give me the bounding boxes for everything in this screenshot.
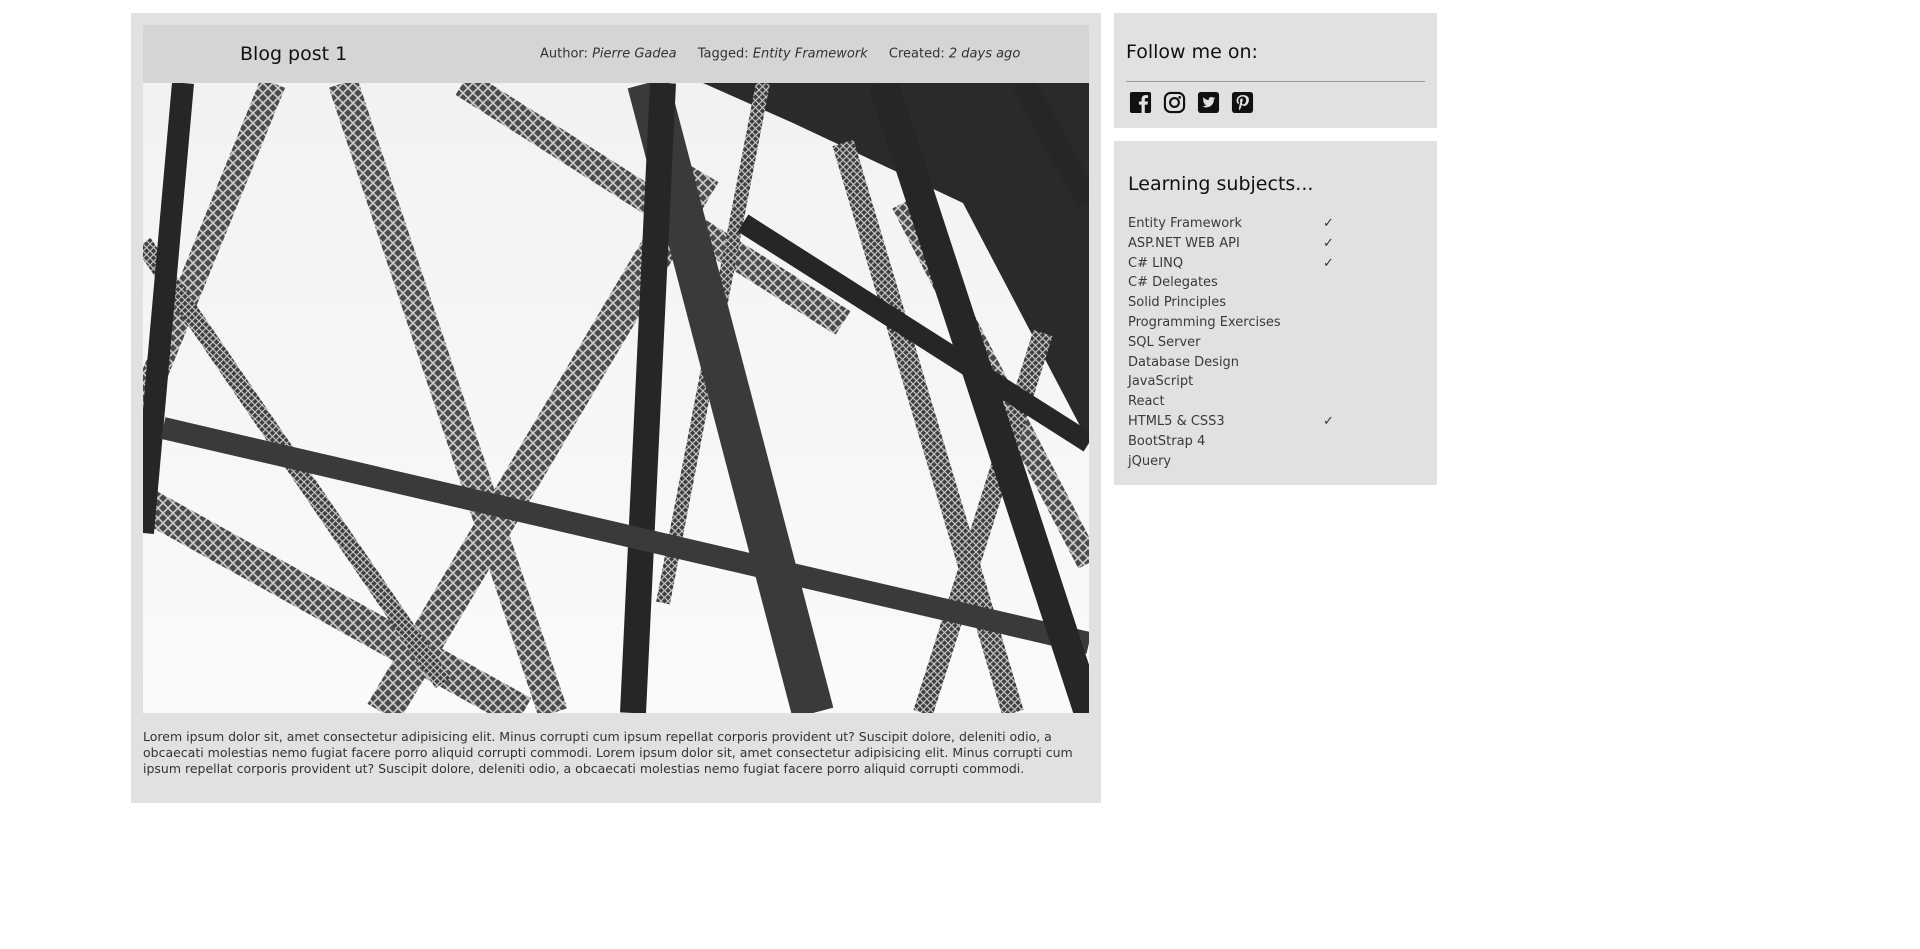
created-label: Created: bbox=[888, 46, 945, 62]
learning-title: Learning subjects... bbox=[1128, 173, 1314, 195]
subject-item: Database Design bbox=[1128, 353, 1368, 373]
subject-label: JavaScript bbox=[1128, 374, 1194, 390]
post-created: Created: 2 days ago bbox=[889, 47, 1020, 62]
check-icon: ✓ bbox=[1323, 235, 1334, 251]
tag-link[interactable]: Entity Framework bbox=[753, 47, 868, 62]
post-meta: Author: Pierre Gadea Tagged: Entity Fram… bbox=[540, 47, 1037, 62]
subject-item: C# Delegates bbox=[1128, 273, 1368, 293]
learning-subjects-card: Learning subjects... Entity Framework ✓ AS… bbox=[1114, 141, 1437, 485]
facebook-icon[interactable] bbox=[1129, 91, 1152, 114]
subject-label: jQuery bbox=[1128, 453, 1172, 469]
subject-item: Entity Framework ✓ bbox=[1128, 214, 1368, 234]
post-body: Lorem ipsum dolor sit, amet consectetur … bbox=[143, 729, 1073, 776]
post-image bbox=[143, 83, 1089, 713]
twitter-icon[interactable] bbox=[1197, 91, 1220, 114]
post-title[interactable]: Blog post 1 bbox=[240, 43, 347, 65]
subject-item: jQuery bbox=[1128, 452, 1368, 472]
subject-item: JavaScript bbox=[1128, 372, 1368, 392]
instagram-icon[interactable] bbox=[1163, 91, 1186, 114]
subject-item: React bbox=[1128, 392, 1368, 412]
created-value: 2 days ago bbox=[948, 46, 1021, 62]
social-links bbox=[1129, 91, 1254, 114]
tagged-label: Tagged: bbox=[697, 46, 749, 62]
subject-label: HTML5 & CSS3 bbox=[1128, 413, 1225, 429]
subject-label: Programming Exercises bbox=[1128, 314, 1281, 330]
subject-item: Solid Principles bbox=[1128, 293, 1368, 313]
subject-item: HTML5 & CSS3 ✓ bbox=[1128, 412, 1368, 432]
check-icon: ✓ bbox=[1323, 413, 1334, 429]
subject-label: Entity Framework bbox=[1128, 216, 1243, 231]
subject-label: C# Delegates bbox=[1128, 275, 1218, 291]
follow-card: Follow me on: bbox=[1114, 13, 1437, 128]
subject-label: ASP.NET WEB API bbox=[1128, 235, 1240, 251]
subject-list: Entity Framework ✓ ASP.NET WEB API ✓ C# LINQ… bbox=[1128, 214, 1368, 471]
author-label: Author: bbox=[540, 46, 588, 62]
pinterest-icon[interactable] bbox=[1231, 91, 1254, 114]
subject-label: BootStrap 4 bbox=[1128, 433, 1206, 449]
subject-label: Solid Principles bbox=[1128, 295, 1227, 311]
post-header: Blog post 1 Author: Pierre Gadea Tagged:… bbox=[143, 25, 1089, 83]
subject-label: React bbox=[1128, 394, 1165, 410]
subject-item: Programming Exercises bbox=[1128, 313, 1368, 333]
subject-item: BootStrap 4 bbox=[1128, 432, 1368, 452]
post-tag: Tagged: Entity Framework bbox=[698, 47, 868, 62]
follow-title: Follow me on: bbox=[1126, 41, 1258, 63]
subject-item: SQL Server bbox=[1128, 333, 1368, 353]
subject-item: C# LINQ ✓ bbox=[1128, 254, 1368, 274]
subject-item: ASP.NET WEB API ✓ bbox=[1128, 234, 1368, 254]
check-icon: ✓ bbox=[1323, 255, 1334, 271]
subject-label: C# LINQ bbox=[1128, 255, 1184, 271]
steel-truss-bridge-photo bbox=[143, 83, 1089, 713]
blog-post-card: Blog post 1 Author: Pierre Gadea Tagged:… bbox=[131, 13, 1101, 803]
divider bbox=[1126, 81, 1425, 82]
author-name: Pierre Gadea bbox=[592, 46, 677, 62]
subject-label: Database Design bbox=[1128, 354, 1240, 370]
check-icon: ✓ bbox=[1323, 216, 1334, 231]
subject-label: SQL Server bbox=[1128, 334, 1201, 350]
post-author: Author: Pierre Gadea bbox=[540, 47, 677, 62]
